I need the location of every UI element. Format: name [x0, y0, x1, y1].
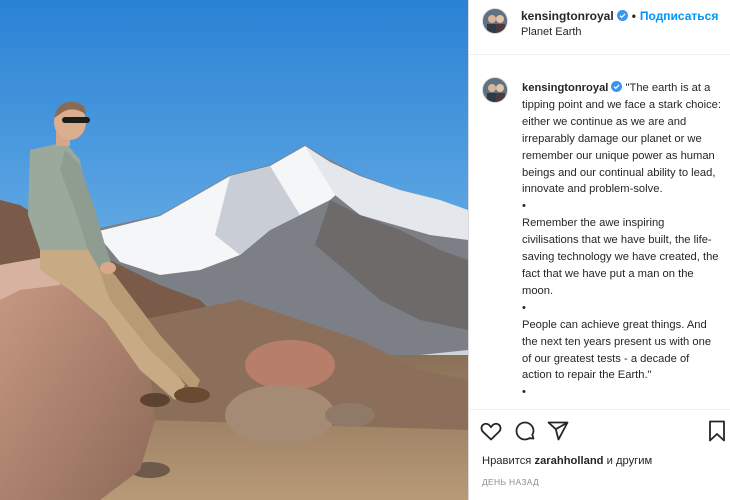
avatar[interactable] [482, 8, 508, 34]
comments-scroll-area[interactable]: kensingtonroyal "The earth is at a tippi… [469, 56, 730, 408]
follow-button[interactable]: Подписаться [640, 9, 718, 23]
caption-bullet: • [522, 200, 526, 213]
verified-badge-icon [616, 10, 628, 21]
likes-prefix: Нравится [482, 455, 532, 467]
post-caption: kensingtonroyal "The earth is at a tippi… [522, 80, 722, 401]
caption-paragraph-2: Remember the awe inspiring civilisations… [522, 217, 719, 297]
header-user-line: kensingtonroyal • Подписаться [521, 9, 718, 23]
comment-bubble-icon[interactable] [513, 419, 537, 443]
separator-dot: • [631, 9, 636, 23]
username-link[interactable]: kensingtonroyal [521, 9, 614, 23]
post-photo[interactable] [0, 0, 468, 500]
heart-outline-icon[interactable] [479, 419, 503, 443]
caption-username[interactable]: kensingtonroyal [522, 82, 608, 94]
paper-plane-icon[interactable] [546, 419, 570, 443]
mountain-landscape-photo [0, 0, 468, 500]
post-side-panel: kensingtonroyal • Подписаться Planet Earth… [469, 0, 730, 500]
caption-bullet: • [522, 386, 526, 399]
post-timestamp[interactable]: День назад [482, 477, 539, 487]
post-header: kensingtonroyal • Подписаться Planet Earth [469, 0, 730, 55]
caption-paragraph-1: "The earth is at a tipping point and we … [522, 82, 722, 196]
location-link[interactable]: Planet Earth [521, 26, 582, 38]
avatar-image [483, 9, 507, 33]
likes-line: Нравится zarahholland и другим [482, 455, 652, 467]
actions-divider [469, 409, 730, 410]
caption-bullet: • [522, 301, 526, 314]
caption-paragraph-3: People can achieve great things. And the… [522, 318, 712, 382]
action-bar [469, 419, 730, 449]
bookmark-icon[interactable] [705, 419, 729, 443]
avatar-image [483, 78, 507, 102]
verified-badge-icon [611, 81, 623, 92]
caption-avatar[interactable] [482, 77, 508, 103]
likes-suffix[interactable]: и другим [607, 455, 653, 467]
liked-by-user-link[interactable]: zarahholland [534, 455, 603, 467]
instagram-post-window: kensingtonroyal • Подписаться Planet Earth… [0, 0, 730, 500]
